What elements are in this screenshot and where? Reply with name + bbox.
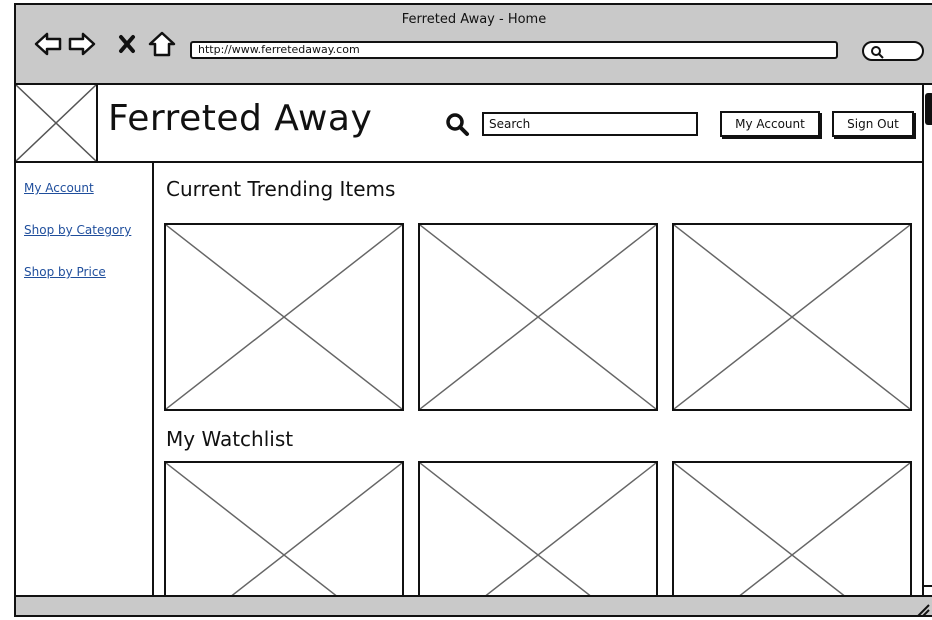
url-input[interactable]: http://www.ferretedaway.com xyxy=(190,41,838,59)
browser-titlebar: Ferreted Away - Home http://www.ferreted… xyxy=(16,5,932,85)
sidebar-item-shop-by-category[interactable]: Shop by Category xyxy=(24,223,131,237)
home-icon[interactable] xyxy=(148,31,176,57)
watchlist-item-image[interactable] xyxy=(418,461,658,595)
vertical-scrollbar[interactable] xyxy=(922,85,932,595)
site-header: Ferreted Away Search My Account Sign Out xyxy=(16,85,932,163)
scrollbar-thumb[interactable] xyxy=(925,93,932,125)
logo-placeholder xyxy=(16,85,98,161)
sign-out-button[interactable]: Sign Out xyxy=(832,111,914,137)
my-account-button[interactable]: My Account xyxy=(720,111,820,137)
search-input[interactable]: Search xyxy=(482,112,698,136)
watchlist-item-image[interactable] xyxy=(164,461,404,595)
site-title: Ferreted Away xyxy=(108,98,373,139)
sidebar: My Account Shop by Category Shop by Pric… xyxy=(16,163,154,595)
browser-window: Ferreted Away - Home http://www.ferreted… xyxy=(14,3,932,617)
trending-item-image[interactable] xyxy=(164,223,404,411)
magnifier-icon xyxy=(871,46,884,59)
sidebar-item-shop-by-price[interactable]: Shop by Price xyxy=(24,265,106,279)
forward-arrow-icon[interactable] xyxy=(68,31,96,57)
sidebar-item-my-account[interactable]: My Account xyxy=(24,181,94,195)
resize-grip-icon[interactable] xyxy=(914,601,930,617)
browser-search-field[interactable] xyxy=(862,41,924,61)
trending-section-title: Current Trending Items xyxy=(166,177,396,201)
window-title: Ferreted Away - Home xyxy=(401,12,547,27)
search-icon[interactable] xyxy=(444,111,470,137)
watchlist-section-title: My Watchlist xyxy=(166,427,294,451)
trending-item-image[interactable] xyxy=(418,223,658,411)
back-arrow-icon[interactable] xyxy=(34,31,62,57)
scroll-down-arrow-icon[interactable] xyxy=(924,585,932,595)
watchlist-item-image[interactable] xyxy=(672,461,912,595)
main-content: Current Trending Items My Watchlist xyxy=(154,163,922,595)
status-bar xyxy=(16,595,932,617)
trending-item-image[interactable] xyxy=(672,223,912,411)
stop-icon[interactable] xyxy=(118,31,136,57)
